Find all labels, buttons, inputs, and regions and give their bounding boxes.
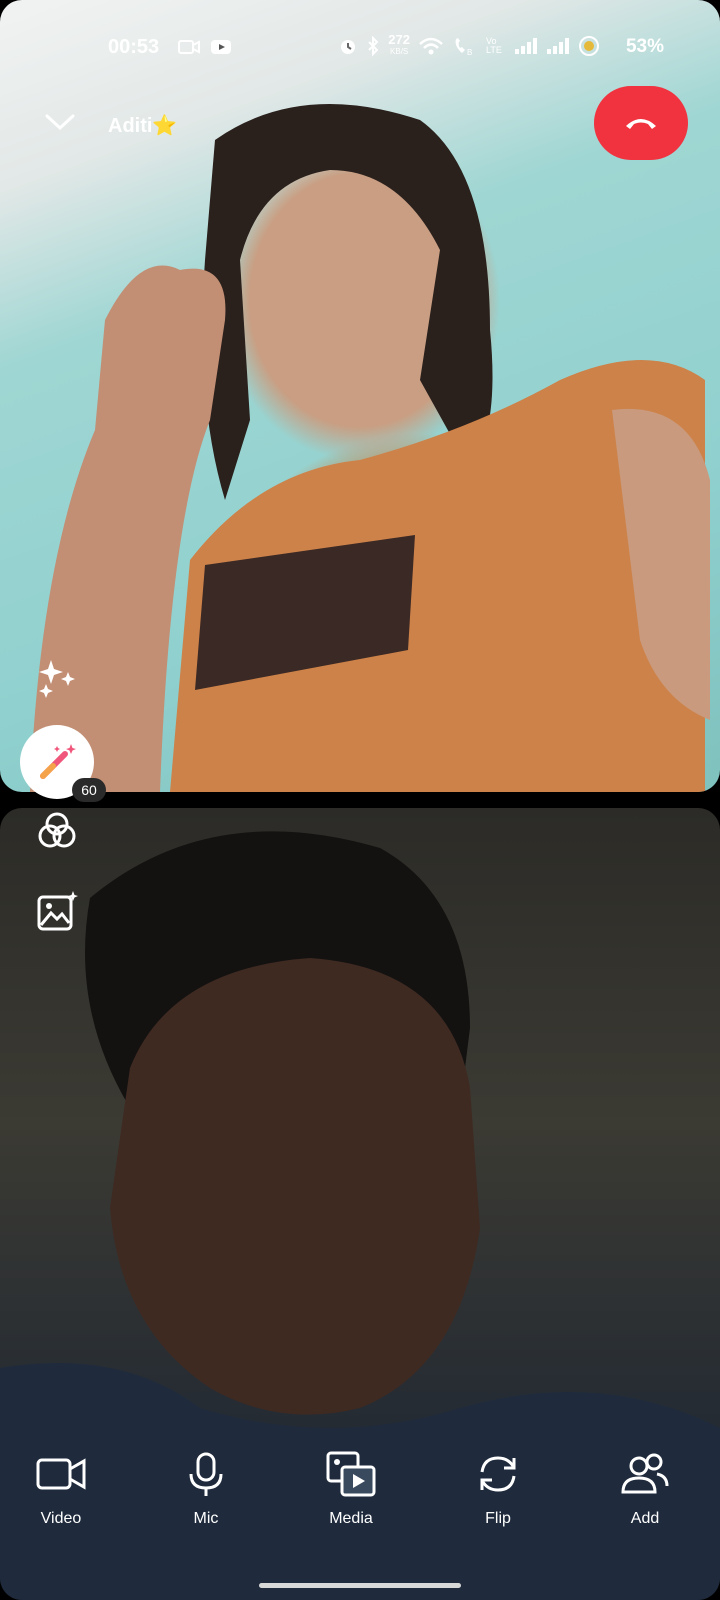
add-people-icon [621,1453,669,1494]
battery-saver-icon [579,36,599,56]
color-filters-button[interactable] [34,808,80,854]
svg-text:B: B [467,48,472,56]
status-time: 00:53 [108,36,160,58]
media-icon [326,1451,376,1497]
alarm-icon [341,40,356,54]
phone-hangup-icon [626,119,656,129]
end-call-button[interactable] [594,86,688,160]
remote-video-feed[interactable]: 00:53 272 KB/S B Vo LTE 53% Aditi⭐ [0,0,720,792]
sparkles-effects-button[interactable] [34,655,80,701]
sparkles-icon [39,660,75,698]
effects-count-badge: 60 [72,778,106,802]
image-sparkle-icon [37,891,78,931]
add-participant-button[interactable]: Add [595,1450,695,1528]
media-label: Media [329,1510,373,1527]
wifi-icon [419,37,443,55]
mic-toggle-button[interactable]: Mic [156,1450,256,1528]
background-image-button[interactable] [34,888,80,934]
youtube-icon [211,40,231,54]
flip-camera-button[interactable]: Flip [448,1450,548,1528]
microphone-icon [189,1452,223,1496]
data-speed: 272 KB/S [388,32,410,56]
status-bar: 00:53 272 KB/S B Vo LTE 53% [0,28,720,68]
contact-name: Aditi⭐ [108,115,178,137]
video-camera-icon [36,1458,86,1490]
battery-percentage: 53% [625,36,664,57]
bluetooth-icon [368,36,379,56]
flip-label: Flip [485,1510,511,1527]
chevron-down-icon[interactable] [44,110,76,134]
home-indicator[interactable] [259,1583,461,1588]
video-label: Video [40,1510,82,1527]
volte-indicator: Vo LTE [486,36,502,55]
video-recording-icon [178,40,200,54]
signal-strength-icon-1 [515,38,537,54]
video-toggle-button[interactable]: Video [11,1450,111,1528]
magic-wand-icon [40,744,76,779]
wifi-calling-icon: B [455,38,472,56]
call-controls-toolbar: Video Mic Media Flip Add [0,1450,720,1530]
media-button[interactable]: Media [301,1450,401,1528]
mic-label: Mic [193,1510,219,1527]
signal-strength-icon-2 [547,38,569,54]
filters-circles-icon [38,812,76,848]
flip-camera-icon [480,1456,516,1492]
add-label: Add [630,1510,660,1527]
call-header: Aditi⭐ [0,86,720,160]
